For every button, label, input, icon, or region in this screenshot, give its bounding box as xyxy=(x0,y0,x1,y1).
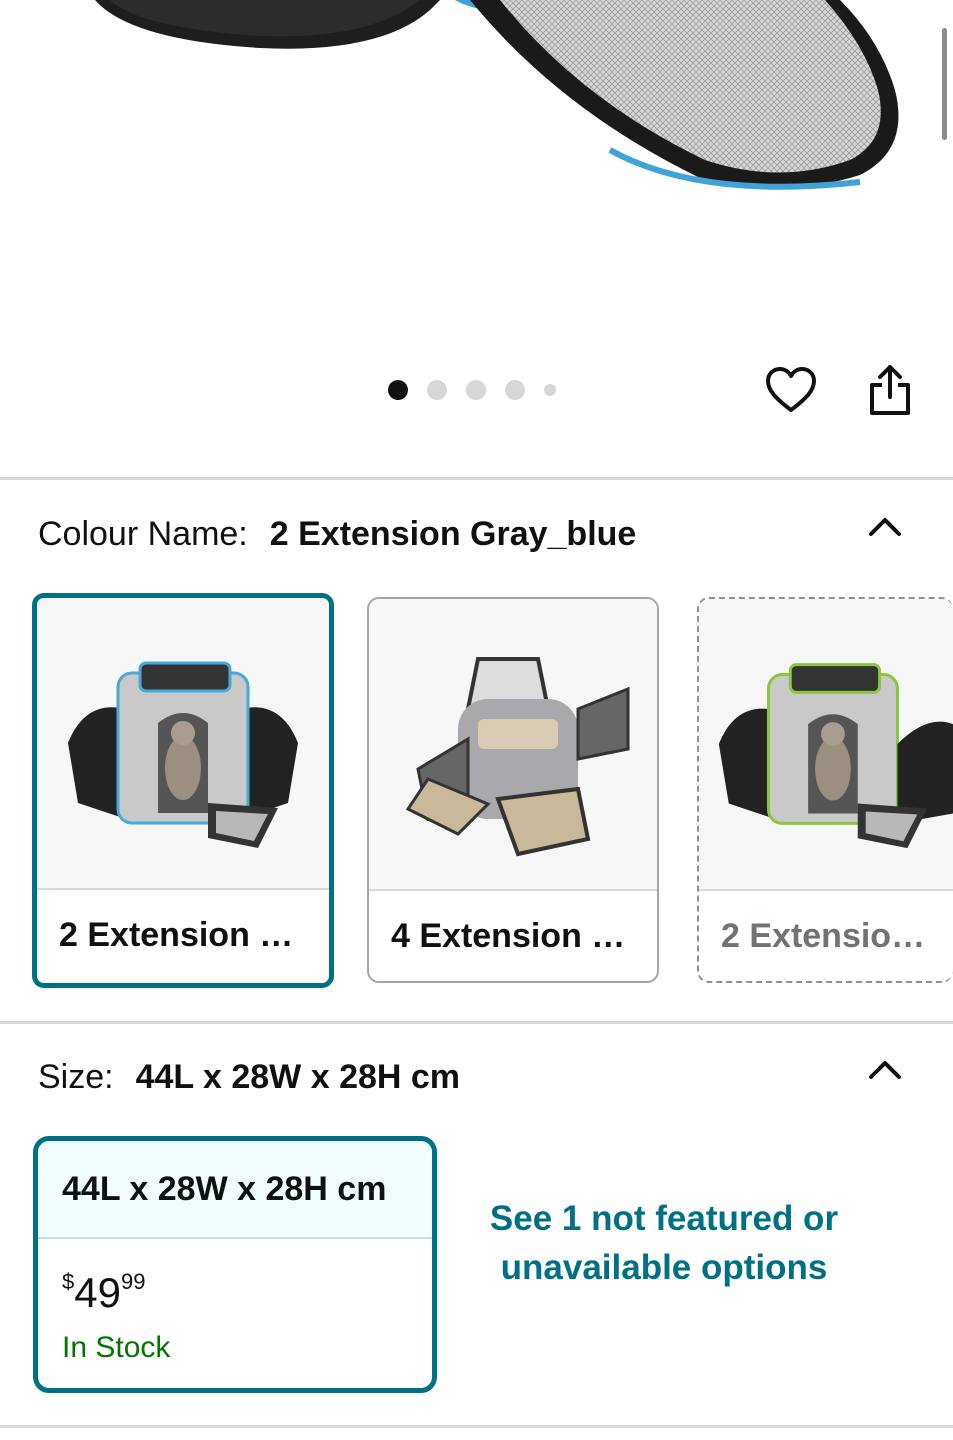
size-label: Size: 44L x 28W x 28H cm xyxy=(38,1058,460,1097)
colour-option-label: 4 Extension Gray xyxy=(391,917,639,955)
gallery-dot[interactable] xyxy=(427,380,447,400)
share-icon xyxy=(870,365,910,415)
wishlist-button[interactable] xyxy=(763,362,819,418)
size-value: 44L x 28W x 28H cm xyxy=(135,1058,461,1096)
product-image-gallery[interactable] xyxy=(0,0,953,470)
price-currency: $ xyxy=(62,1269,75,1294)
colour-option-selected[interactable]: 2 Extension Gray_blue xyxy=(32,593,334,988)
size-key: Size: xyxy=(38,1058,114,1096)
colour-option-label: 2 Extension Gray_green xyxy=(721,917,935,955)
colour-value: 2 Extension Gray_blue xyxy=(269,515,637,553)
colour-option-image xyxy=(37,598,329,888)
share-button[interactable] xyxy=(862,362,918,418)
pet-carrier-image xyxy=(405,657,630,857)
pet-carrier-image xyxy=(68,661,298,848)
size-option-selected[interactable]: 44L x 28W x 28H cm $4999 In Stock xyxy=(33,1136,437,1393)
colour-option-unavailable[interactable]: 2 Extension Gray_green xyxy=(697,597,953,983)
colour-name-label: Colour Name: 2 Extension Gray_blue xyxy=(38,515,636,554)
gallery-dot[interactable] xyxy=(466,380,486,400)
gallery-dot-active[interactable] xyxy=(388,380,408,400)
scrollbar[interactable] xyxy=(942,28,947,140)
colour-option-image xyxy=(699,599,953,889)
heart-icon xyxy=(766,367,816,412)
swatch-divider xyxy=(369,889,657,891)
colour-option-image xyxy=(369,599,657,889)
colour-option-label: 2 Extension Gray_blue xyxy=(59,916,311,954)
gallery-dot[interactable] xyxy=(505,380,525,400)
colour-key: Colour Name: xyxy=(38,515,248,553)
gallery-pagination[interactable] xyxy=(388,380,556,400)
collapse-colour-chevron-up-icon[interactable] xyxy=(865,506,905,546)
stock-status: In Stock xyxy=(62,1331,171,1364)
price-whole: 49 xyxy=(74,1269,121,1316)
price-cents: 99 xyxy=(120,1269,146,1294)
see-unavailable-options-link[interactable]: See 1 not featured or unavailable option… xyxy=(478,1194,850,1292)
size-option-price: $4999 xyxy=(62,1269,145,1317)
collapse-size-chevron-up-icon[interactable] xyxy=(865,1049,905,1089)
pet-carrier-image xyxy=(718,663,953,849)
swatch-divider xyxy=(699,889,953,891)
section-divider xyxy=(0,1425,953,1428)
size-option-label: 44L x 28W x 28H cm xyxy=(38,1141,432,1239)
section-divider xyxy=(0,477,953,480)
swatch-divider xyxy=(37,888,329,890)
colour-option[interactable]: 4 Extension Gray xyxy=(367,597,659,983)
section-divider xyxy=(0,1021,953,1024)
product-image xyxy=(95,0,899,190)
gallery-dot[interactable] xyxy=(544,384,556,396)
